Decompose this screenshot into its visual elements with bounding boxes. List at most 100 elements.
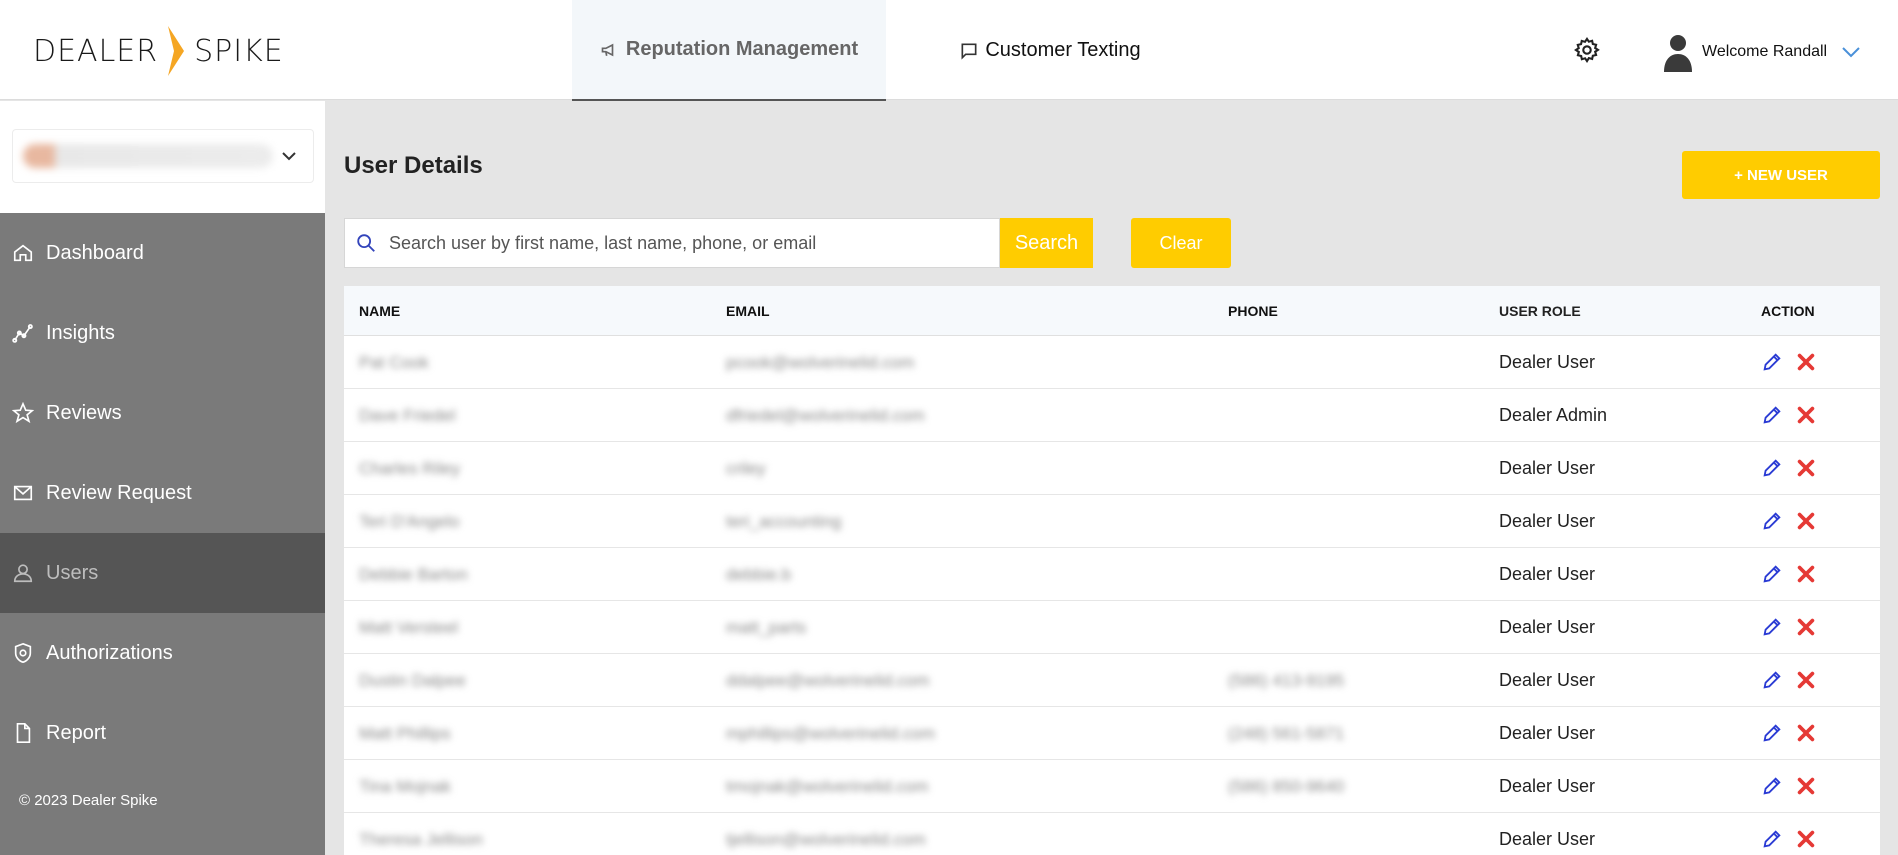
delete-x-icon[interactable] [1795,616,1817,638]
logo-word-left: DEALER [33,33,159,69]
column-header-email[interactable]: EMAIL [711,303,1213,319]
dealer-spike-logo[interactable]: DEALER SPIKE [33,26,284,76]
user-phone: (586) 850-9640 [1228,776,1345,796]
user-email: dfriedel@wolverinelid.com [726,405,925,425]
page-title: User Details [344,152,483,179]
user-role: Dealer User [1499,616,1596,637]
user-name: Charles Riley [359,458,461,478]
table-header: NAME EMAIL PHONE USER ROLE ACTION [344,286,1880,336]
home-icon [13,244,33,262]
sidebar-item-authorizations[interactable]: Authorizations [0,613,325,693]
sidebar-item-dashboard[interactable]: Dashboard [0,213,325,293]
sidebar-item-label: Insights [46,321,115,344]
sidebar-item-users[interactable]: Users [0,533,325,613]
user-name: Theresa Jellison [359,829,483,849]
row-actions [1761,510,1880,532]
table-row: Theresa Jellison tjellison@wolverinelid.c… [344,813,1880,855]
gear-icon[interactable] [1573,36,1601,64]
user-role: Dealer User [1499,722,1596,743]
table-row: Pat Cook pcook@wolverinelid.com Dealer Use… [344,336,1880,389]
pencil-icon[interactable] [1761,616,1783,638]
sidebar-item-review-request[interactable]: Review Request [0,453,325,533]
chart-icon [12,324,33,343]
table-body: Pat Cook pcook@wolverinelid.com Dealer Use… [344,336,1880,855]
delete-x-icon[interactable] [1795,563,1817,585]
user-phone: (248) 561-5871 [1228,723,1345,743]
pencil-icon[interactable] [1761,563,1783,585]
sidebar-item-report[interactable]: Report [0,693,325,773]
user-role: Dealer User [1499,828,1596,849]
megaphone-icon [601,43,614,56]
tab-customer-texting-label: Customer Texting [985,39,1141,61]
user-icon [13,564,33,583]
column-header-user-role[interactable]: USER ROLE [1484,303,1761,319]
new-user-button[interactable]: + NEW USER [1682,151,1880,199]
table-row: Tina Mojnak tmojnak@wolverinelid.com (586)… [344,760,1880,813]
column-header-action: ACTION [1761,302,1815,319]
user-name: Debbie Barton [359,564,468,584]
pencil-icon[interactable] [1761,404,1783,426]
column-header-phone[interactable]: PHONE [1213,303,1484,319]
user-name: Dustin Dalpee [359,670,466,690]
row-actions [1761,669,1880,691]
column-header-name[interactable]: NAME [344,303,711,319]
user-email: matt_parts [726,617,807,637]
top-header: DEALER SPIKE Reputation Management Custo… [0,0,1898,101]
search-button[interactable]: Search [1000,218,1093,268]
tab-reputation-management[interactable]: Reputation Management [572,0,886,101]
delete-x-icon[interactable] [1795,510,1817,532]
search-box [344,218,1000,268]
user-email: debbie.b [726,564,792,584]
search-input[interactable] [389,232,989,254]
dealer-name-redacted [23,144,273,168]
delete-x-icon[interactable] [1795,669,1817,691]
pencil-icon[interactable] [1761,828,1783,850]
user-role: Dealer Admin [1499,404,1608,425]
pencil-icon[interactable] [1761,457,1783,479]
pencil-icon[interactable] [1761,775,1783,797]
table-row: Dave Friedel dfriedel@wolverinelid.com Dea… [344,389,1880,442]
dealer-selector[interactable] [12,129,314,183]
user-role: Dealer User [1499,669,1596,690]
row-actions [1761,775,1880,797]
delete-x-icon[interactable] [1795,404,1817,426]
delete-x-icon[interactable] [1795,722,1817,744]
pencil-icon[interactable] [1761,351,1783,373]
delete-x-icon[interactable] [1795,351,1817,373]
pencil-icon[interactable] [1761,722,1783,744]
chat-bubble-icon [961,43,977,60]
delete-x-icon[interactable] [1795,775,1817,797]
user-name: Dave Friedel [359,405,456,425]
sidebar-item-label: Users [46,561,99,584]
user-email: ddalpee@wolverinelid.com [726,670,930,690]
delete-x-icon[interactable] [1795,828,1817,850]
row-actions [1761,722,1880,744]
delete-x-icon[interactable] [1795,457,1817,479]
user-role: Dealer User [1499,510,1596,531]
document-icon [16,723,31,743]
user-menu[interactable]: Welcome Randall [1662,32,1861,72]
user-role: Dealer User [1499,351,1596,372]
sidebar-item-reviews[interactable]: Reviews [0,373,325,453]
logo-chevron-icon [168,26,185,76]
user-name: Teri D'Angelo [359,511,460,531]
mail-icon [13,485,33,501]
sidebar-menu: Dashboard Insights Reviews Review Reques… [0,213,325,855]
user-email: pcook@wolverinelid.com [726,352,915,372]
search-icon [357,234,375,252]
user-role: Dealer User [1499,775,1596,796]
user-email: mphillips@wolverinelid.com [726,723,936,743]
user-name: Pat Cook [359,352,429,372]
pencil-icon[interactable] [1761,510,1783,532]
tab-customer-texting[interactable]: Customer Texting [940,0,1160,101]
sidebar-item-label: Reviews [46,401,122,424]
row-actions [1761,457,1880,479]
sidebar-item-insights[interactable]: Insights [0,293,325,373]
user-name: Matt Phillips [359,723,451,743]
clear-button[interactable]: Clear [1131,218,1231,268]
tab-reputation-label: Reputation Management [625,38,859,60]
pencil-icon[interactable] [1761,669,1783,691]
user-role: Dealer User [1499,457,1596,478]
user-role: Dealer User [1499,563,1596,584]
sidebar-item-label: Report [46,721,107,744]
